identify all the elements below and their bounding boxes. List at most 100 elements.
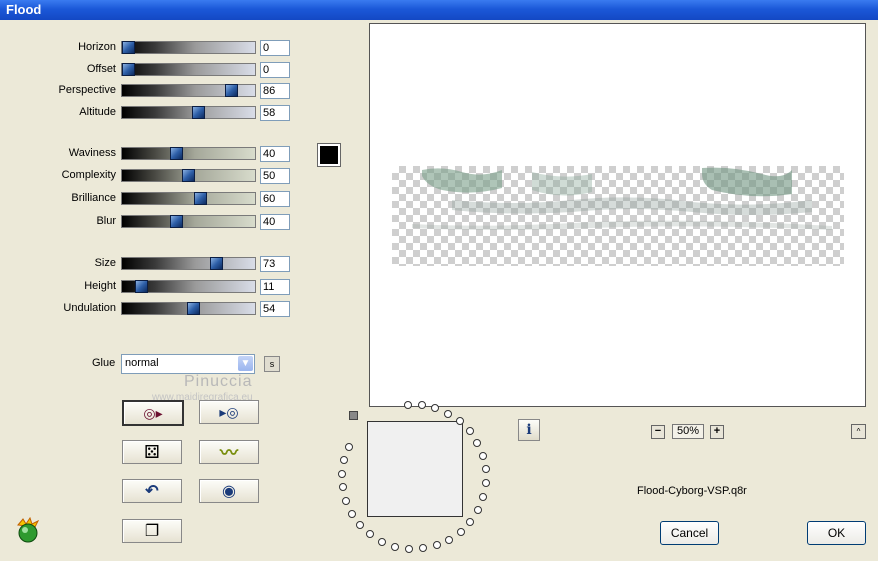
slider-label: Perspective	[58, 84, 116, 96]
apply-preset-icon: ◎▸	[143, 404, 163, 421]
slider-label-box: Horizon	[0, 40, 116, 56]
slider-track[interactable]	[121, 84, 256, 97]
wave-button[interactable]: 〰	[199, 440, 259, 464]
slider-value-field[interactable]: 40	[260, 214, 290, 230]
slider-value-field[interactable]: 54	[260, 301, 290, 317]
reset-icon: ◉	[222, 483, 236, 500]
glue-select[interactable]: normal ▼	[121, 354, 255, 374]
dial-dot	[340, 455, 349, 464]
slider-value-field[interactable]: 60	[260, 191, 290, 207]
slider-thumb[interactable]	[170, 147, 183, 160]
dial-dot	[405, 544, 414, 553]
dial-dot	[481, 479, 490, 488]
slider-row-brilliance: Brilliance 60	[0, 191, 300, 207]
slider-thumb[interactable]	[209, 257, 223, 270]
slider-track[interactable]	[121, 169, 256, 182]
dial-dot	[344, 442, 353, 451]
slider-value-field[interactable]: 0	[260, 40, 290, 56]
copy-button[interactable]: ❐	[122, 519, 182, 543]
dial-dot	[444, 409, 453, 418]
slider-thumb[interactable]	[191, 106, 205, 119]
slider-thumb[interactable]	[182, 169, 195, 182]
undo-button[interactable]: ↶	[122, 479, 182, 503]
slider-value-field[interactable]: 40	[260, 146, 290, 162]
slider-track[interactable]	[121, 302, 256, 315]
slider-label: Brilliance	[71, 192, 116, 204]
slider-value-field[interactable]: 86	[260, 83, 290, 99]
color-swatch[interactable]	[317, 143, 341, 167]
slider-row-altitude: Altitude 58	[0, 105, 300, 121]
slider-thumb[interactable]	[122, 63, 135, 76]
slider-label-box: Offset	[0, 62, 116, 78]
slider-thumb[interactable]	[135, 280, 149, 293]
dial-dot	[465, 427, 474, 436]
dial-dot	[481, 465, 490, 474]
preset-filename: Flood-Cyborg-VSP.q8r	[637, 485, 747, 497]
info-button[interactable]: i	[518, 419, 540, 441]
dial-dot	[356, 520, 365, 529]
slider-label: Undulation	[63, 302, 116, 314]
glue-select-value: normal	[125, 357, 159, 369]
slider-track[interactable]	[121, 106, 256, 119]
slider-label-box: Perspective	[0, 83, 116, 99]
apply-preset-button[interactable]: ◎▸	[122, 400, 184, 426]
slider-track[interactable]	[121, 280, 256, 293]
preview-up-button[interactable]: ^	[851, 424, 866, 439]
slider-label: Complexity	[61, 169, 116, 181]
ok-button[interactable]: OK	[807, 521, 866, 545]
chevron-down-icon[interactable]: ▼	[238, 356, 253, 371]
slider-label-box: Size	[0, 256, 116, 272]
cancel-button[interactable]: Cancel	[660, 521, 719, 545]
preview-area[interactable]	[369, 23, 866, 407]
zoom-in-button[interactable]: +	[710, 425, 724, 439]
slider-label-box: Brilliance	[0, 191, 116, 207]
random-button[interactable]: ⚄	[122, 440, 182, 464]
slider-thumb[interactable]	[194, 192, 207, 205]
dial-dot	[391, 542, 400, 551]
slider-track[interactable]	[121, 63, 256, 76]
dial-dot	[403, 401, 412, 410]
slider-track[interactable]	[121, 257, 256, 270]
flood-wave-render	[412, 167, 832, 230]
slider-row-size: Size 73	[0, 256, 300, 272]
navigator-preview[interactable]	[367, 421, 463, 517]
dial-dot	[338, 483, 347, 492]
slider-value-field[interactable]: 58	[260, 105, 290, 121]
glue-label: Glue	[92, 357, 116, 369]
slider-label-box: Height	[0, 279, 116, 295]
slider-value-field[interactable]: 50	[260, 168, 290, 184]
slider-track[interactable]	[121, 215, 256, 228]
slider-row-blur: Blur 40	[0, 214, 300, 230]
slider-label: Offset	[86, 63, 116, 75]
slider-value-field[interactable]: 73	[260, 256, 290, 272]
title-bar: Flood	[0, 0, 878, 20]
slider-label: Altitude	[79, 106, 116, 118]
slider-value-field[interactable]: 0	[260, 62, 290, 78]
slider-thumb[interactable]	[225, 84, 239, 97]
slider-track[interactable]	[121, 41, 256, 54]
navigator-handle[interactable]	[349, 411, 358, 420]
slider-label: Horizon	[78, 41, 116, 53]
slider-track[interactable]	[121, 192, 256, 205]
random-dice-icon: ⚄	[144, 441, 160, 462]
reset-button[interactable]: ◉	[199, 479, 259, 503]
slider-track[interactable]	[121, 147, 256, 160]
wave-icon: 〰	[220, 443, 238, 463]
slider-thumb[interactable]	[122, 41, 135, 54]
window-title: Flood	[6, 2, 42, 17]
glue-s-button[interactable]: s	[264, 356, 280, 372]
next-preset-button[interactable]: ▸◎	[199, 400, 259, 424]
zoom-level: 50%	[672, 424, 704, 439]
preview-image	[392, 166, 844, 266]
dial-dot	[445, 535, 454, 544]
slider-value-field[interactable]: 11	[260, 279, 290, 295]
dial-dot	[417, 401, 426, 410]
slider-thumb[interactable]	[186, 302, 200, 315]
dialog-body: Horizon 0 Offset 0 Perspective 86 Altitude 58 Wa…	[0, 20, 878, 561]
dial-dot	[338, 469, 347, 478]
slider-label-box: Blur	[0, 214, 116, 230]
slider-row-horizon: Horizon 0	[0, 40, 300, 56]
dial-dot	[479, 492, 488, 501]
slider-thumb[interactable]	[170, 215, 183, 228]
zoom-out-button[interactable]: −	[651, 425, 665, 439]
